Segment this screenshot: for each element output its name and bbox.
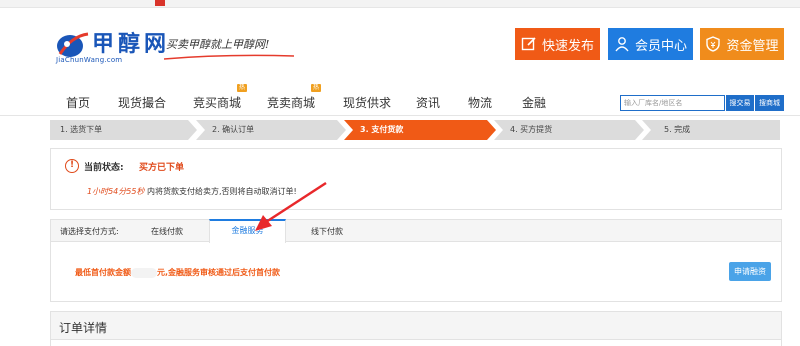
nav-item-home[interactable]: 首页 (66, 94, 90, 111)
quick-publish-label: 快速发布 (541, 38, 594, 54)
status-label: 当前状态: (84, 163, 124, 173)
nav-item-news[interactable]: 资讯 (416, 94, 440, 111)
status-value: 买方已下单 (139, 163, 185, 173)
topbar-red-marker (155, 0, 165, 6)
step-label: 2. 确认订单 (212, 125, 255, 134)
step-buyer-pickup: 4. 买方提货 (494, 120, 644, 140)
logo-domain: JiaChunWang.com (56, 56, 123, 64)
countdown-notice: 内将货款支付给卖方,否则将自动取消订单! (147, 187, 297, 196)
nav-item-label: 竞卖商城 (267, 96, 316, 110)
down-payment-prefix: 最低首付款金额 (75, 268, 131, 277)
step-label: 5. 完成 (664, 125, 691, 134)
order-status-panel: ! 当前状态: 买方已下单 1小时54分55秒 内将货款支付给卖方,否则将自动取… (50, 148, 782, 210)
step-select-goods: 1. 选货下单 (50, 120, 197, 140)
slogan-swoosh (164, 54, 294, 60)
user-icon (615, 37, 629, 52)
nav-item-spot-matching[interactable]: 现货撮合 (118, 94, 166, 111)
nav-item-label: 竞买商城 (193, 96, 242, 110)
redacted-amount (131, 267, 157, 278)
step-pay-goods: 3. 支付货款 (344, 120, 496, 140)
search-input[interactable]: 输入厂库名/地区名 (620, 95, 725, 111)
nav-item-bid-sell-mall[interactable]: 竞卖商城 热 (267, 84, 322, 111)
down-payment-message: 最低首付款金额 元,金融服务审核通过后支付首付款 (75, 267, 280, 278)
funds-management-label: 资金管理 (726, 38, 779, 54)
nav-item-spot-supply[interactable]: 现货供求 (343, 94, 391, 111)
step-confirm-order: 2. 确认订单 (196, 120, 346, 140)
search-trade-button[interactable]: 搜交易 (726, 95, 754, 111)
down-payment-suffix: 元,金融服务审核通过后支付首付款 (157, 268, 281, 277)
nav-item-bid-buy-mall[interactable]: 竞买商城 热 (193, 84, 248, 111)
order-detail-title: 订单详情 (59, 321, 108, 335)
top-utility-bar (0, 0, 800, 8)
payment-method-panel: 请选择支付方式: 在线付款 金融服务 线下付款 最低首付款金额 元,金融服务审核通… (50, 219, 782, 302)
nav-item-finance[interactable]: 金融 (522, 94, 546, 111)
site-logo[interactable]: 甲醇网 JiaChunWang.com 买卖甲醇就上甲醇网! (56, 26, 294, 68)
funds-management-button[interactable]: 资金管理 (700, 28, 784, 60)
tab-financial-service[interactable]: 金融服务 (209, 219, 286, 243)
hot-badge: 热 (237, 84, 248, 92)
logo-slogan: 买卖甲醇就上甲醇网! (166, 38, 270, 51)
logo-name: 甲醇网 (92, 31, 171, 57)
quick-publish-button[interactable]: 快速发布 (515, 28, 600, 60)
tab-offline-payment[interactable]: 线下付款 (311, 226, 343, 237)
hot-badge: 热 (311, 84, 322, 92)
search-mall-button[interactable]: 搜商城 (755, 95, 784, 111)
info-icon: ! (65, 159, 79, 173)
nav-item-logistics[interactable]: 物流 (468, 94, 492, 111)
edit-icon (521, 37, 536, 51)
step-label: 4. 买方提货 (510, 125, 553, 134)
member-center-button[interactable]: 会员中心 (608, 28, 693, 60)
shield-icon (706, 36, 721, 52)
step-complete: 5. 完成 (642, 120, 780, 140)
order-progress-steps: 1. 选货下单 2. 确认订单 3. 支付货款 4. 买方提货 5. 完成 (50, 120, 780, 140)
apply-financing-button[interactable]: 申请融资 (729, 262, 771, 281)
order-detail-header: 订单详情 (51, 312, 781, 340)
step-label: 1. 选货下单 (60, 125, 103, 134)
tab-online-payment[interactable]: 在线付款 (151, 226, 183, 237)
payment-tabs: 请选择支付方式: 在线付款 金融服务 线下付款 (51, 219, 781, 243)
step-arrow-shape (642, 120, 780, 140)
order-detail-panel: 订单详情 (50, 311, 782, 346)
countdown-timer: 1小时54分55秒 (87, 187, 145, 196)
member-center-label: 会员中心 (634, 38, 687, 54)
payment-method-label: 请选择支付方式: (60, 227, 119, 236)
step-label: 3. 支付货款 (360, 125, 404, 134)
nav-divider (0, 115, 800, 116)
